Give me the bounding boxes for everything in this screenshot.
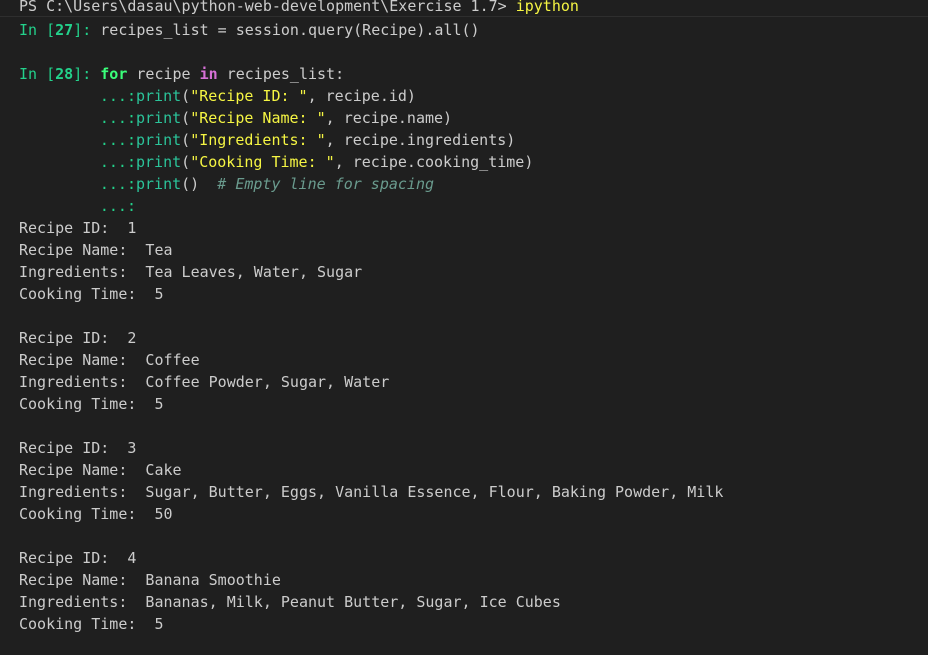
keyword-for: for: [100, 65, 128, 83]
code-comment: # Empty line for spacing: [217, 175, 435, 193]
paren: (: [181, 109, 191, 127]
keyword-in: in: [199, 65, 218, 83]
output-cooking-time: Cooking Time: 5: [19, 285, 164, 303]
prompt-divider: [0, 16, 928, 17]
paren: (: [181, 131, 191, 149]
print-function: print: [136, 175, 182, 193]
print-args: , recipe.ingredients): [325, 131, 516, 149]
in-label-close: ]:: [73, 65, 101, 83]
continuation-prompt: ...:: [99, 87, 136, 105]
print-args: , recipe.cooking_time): [334, 153, 534, 171]
paren: (): [181, 175, 200, 193]
cell-code: recipes_list = session.query(Recipe).all…: [100, 21, 480, 39]
continuation-prompt: ...:: [99, 153, 136, 171]
print-args: , recipe.id): [307, 87, 416, 105]
in-label-open: In [: [19, 21, 56, 39]
powershell-prompt-line: PS C:\Users\dasau\python-web-development…: [19, 0, 579, 17]
output-recipe-name: Recipe Name: Cake: [19, 461, 182, 479]
output-cooking-time: Cooking Time: 5: [19, 395, 164, 413]
terminal-panel[interactable]: PS C:\Users\dasau\python-web-development…: [0, 0, 928, 655]
continuation-line: ...:print("Recipe Name: ", recipe.name): [19, 107, 452, 129]
continuation-prompt: ...:: [99, 109, 136, 127]
continuation-line: ...:print("Ingredients: ", recipe.ingred…: [19, 129, 515, 151]
output-ingredients: Ingredients: Tea Leaves, Water, Sugar: [19, 263, 363, 281]
string-literal: "Recipe ID: ": [190, 87, 308, 105]
print-function: print: [136, 87, 182, 105]
output-recipe-id: Recipe ID: 4: [19, 549, 137, 567]
loop-variable: recipe: [127, 65, 200, 83]
prompt-command: ipython: [515, 0, 579, 15]
continuation-prompt: ...:: [99, 197, 136, 215]
output-recipe-name: Recipe Name: Banana Smoothie: [19, 571, 281, 589]
continuation-line: ...:print("Cooking Time: ", recipe.cooki…: [19, 151, 534, 173]
print-function: print: [136, 131, 182, 149]
paren: (: [181, 87, 191, 105]
output-recipe-name: Recipe Name: Tea: [19, 241, 173, 259]
string-literal: "Ingredients: ": [190, 131, 326, 149]
continuation-line: ...:print() # Empty line for spacing: [19, 173, 434, 195]
in-label-close: ]:: [73, 21, 101, 39]
print-function: print: [136, 109, 182, 127]
print-args: , recipe.name): [325, 109, 453, 127]
input-cell-28: In [28]: for recipe in recipes_list:: [19, 63, 344, 85]
loop-iterable: recipes_list:: [217, 65, 345, 83]
continuation-line: ...:: [19, 195, 136, 217]
string-literal: "Recipe Name: ": [190, 109, 326, 127]
print-function: print: [136, 153, 182, 171]
input-cell-27: In [27]: recipes_list = session.query(Re…: [19, 19, 480, 41]
output-recipe-id: Recipe ID: 3: [19, 439, 137, 457]
output-recipe-id: Recipe ID: 1: [19, 219, 137, 237]
in-label-open: In [: [19, 65, 56, 83]
string-literal: "Cooking Time: ": [190, 153, 335, 171]
continuation-prompt: ...:: [99, 131, 136, 149]
output-ingredients: Ingredients: Sugar, Butter, Eggs, Vanill…: [19, 483, 724, 501]
continuation-prompt: ...:: [99, 175, 136, 193]
output-recipe-id: Recipe ID: 2: [19, 329, 137, 347]
in-number: 28: [55, 65, 74, 83]
in-number: 27: [55, 21, 74, 39]
prompt-path: PS C:\Users\dasau\python-web-development…: [19, 0, 516, 15]
paren: (: [181, 153, 191, 171]
output-cooking-time: Cooking Time: 5: [19, 615, 164, 633]
output-ingredients: Ingredients: Coffee Powder, Sugar, Water: [19, 373, 390, 391]
output-ingredients: Ingredients: Bananas, Milk, Peanut Butte…: [19, 593, 561, 611]
output-recipe-name: Recipe Name: Coffee: [19, 351, 200, 369]
continuation-line: ...:print("Recipe ID: ", recipe.id): [19, 85, 416, 107]
output-cooking-time: Cooking Time: 50: [19, 505, 173, 523]
